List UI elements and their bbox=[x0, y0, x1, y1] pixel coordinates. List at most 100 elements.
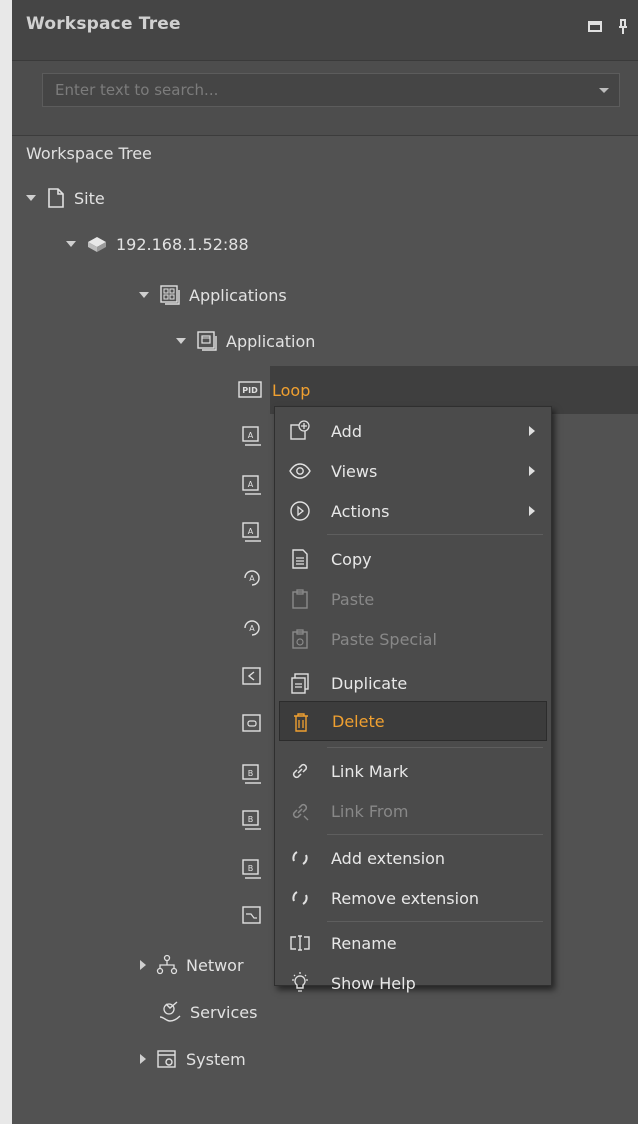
menu-item-duplicate[interactable]: Duplicate bbox=[275, 663, 551, 703]
applications-icon bbox=[159, 284, 181, 306]
menu-item-paste[interactable]: Paste bbox=[275, 579, 551, 619]
menu-item-add-extension[interactable]: Add extension bbox=[275, 838, 551, 878]
analog-icon: A bbox=[240, 473, 264, 497]
tree-node-loop[interactable]: PID Loop bbox=[238, 370, 310, 410]
menu-item-label: Copy bbox=[331, 549, 372, 569]
menu-item-label: Views bbox=[331, 461, 378, 481]
expand-icon[interactable] bbox=[66, 241, 76, 247]
compare-icon bbox=[240, 665, 264, 689]
tree-node-label: 192.168.1.52:88 bbox=[116, 234, 249, 254]
svg-text:A: A bbox=[249, 574, 255, 583]
binary-icon: B bbox=[240, 857, 264, 881]
svg-text:B: B bbox=[248, 769, 254, 778]
submenu-arrow-icon bbox=[529, 506, 535, 516]
duplicate-icon bbox=[289, 672, 311, 694]
add-icon bbox=[289, 420, 311, 442]
menu-item-paste-special[interactable]: Paste Special bbox=[275, 619, 551, 659]
workspace-tree-panel: Workspace Tree Workspace Tree Site 192.1… bbox=[12, 0, 638, 1124]
tree-node-label: Loop bbox=[272, 380, 311, 400]
services-icon bbox=[158, 1001, 182, 1023]
extension-icon bbox=[289, 847, 311, 869]
menu-item-link-from[interactable]: Link From bbox=[275, 791, 551, 831]
menu-separator bbox=[327, 921, 543, 922]
tree-node-application[interactable]: Application bbox=[176, 321, 315, 361]
analog-icon: A bbox=[240, 520, 264, 544]
analog-loop-icon: A bbox=[240, 616, 264, 640]
search-box[interactable] bbox=[42, 73, 620, 107]
maximize-icon[interactable] bbox=[584, 16, 606, 38]
rename-icon bbox=[289, 932, 311, 954]
menu-item-label: Show Help bbox=[331, 973, 416, 993]
submenu-arrow-icon bbox=[529, 426, 535, 436]
trash-icon bbox=[290, 711, 312, 733]
pin-icon[interactable] bbox=[612, 16, 634, 38]
menu-item-label: Paste Special bbox=[331, 629, 437, 649]
svg-text:B: B bbox=[248, 815, 254, 824]
play-circle-icon bbox=[289, 500, 311, 522]
context-menu: Add Views Actions Copy Paste Paste Speci… bbox=[274, 406, 552, 993]
tree-node-server[interactable]: 192.168.1.52:88 bbox=[66, 224, 249, 264]
menu-item-label: Duplicate bbox=[331, 673, 408, 693]
tree-node-label: Applications bbox=[189, 285, 287, 305]
svg-text:A: A bbox=[248, 527, 254, 536]
menu-item-label: Add extension bbox=[331, 848, 446, 868]
menu-item-link-mark[interactable]: Link Mark bbox=[275, 751, 551, 791]
left-edge bbox=[0, 0, 12, 1124]
tree-node-system[interactable]: System bbox=[140, 1039, 246, 1079]
link-from-icon bbox=[289, 800, 311, 822]
svg-text:B: B bbox=[248, 864, 254, 873]
menu-item-label: Add bbox=[331, 421, 362, 441]
menu-item-delete[interactable]: Delete bbox=[279, 701, 547, 741]
submenu-arrow-icon bbox=[529, 466, 535, 476]
menu-item-views[interactable]: Views bbox=[275, 451, 551, 491]
menu-item-label: Link Mark bbox=[331, 761, 409, 781]
menu-item-show-help[interactable]: Show Help bbox=[275, 963, 551, 1003]
menu-separator bbox=[327, 747, 543, 748]
menu-item-label: Paste bbox=[331, 589, 375, 609]
menu-item-copy[interactable]: Copy bbox=[275, 539, 551, 579]
menu-item-label: Delete bbox=[332, 711, 385, 731]
svg-text:PID: PID bbox=[242, 386, 258, 395]
expand-icon[interactable] bbox=[26, 195, 36, 201]
expand-icon[interactable] bbox=[176, 338, 186, 344]
svg-text:A: A bbox=[248, 480, 254, 489]
expand-icon[interactable] bbox=[140, 960, 146, 970]
menu-item-label: Actions bbox=[331, 501, 390, 521]
panel-title: Workspace Tree bbox=[26, 14, 181, 34]
tree-node-label: Site bbox=[74, 188, 105, 208]
extension-icon bbox=[289, 887, 311, 909]
lightbulb-icon bbox=[289, 972, 311, 994]
tree-node-networks[interactable]: Networ bbox=[140, 945, 244, 985]
menu-separator bbox=[327, 834, 543, 835]
expand-icon[interactable] bbox=[139, 292, 149, 298]
link-mark-icon bbox=[289, 760, 311, 782]
pid-icon: PID bbox=[238, 379, 264, 401]
menu-item-remove-extension[interactable]: Remove extension bbox=[275, 878, 551, 918]
tree-node-site[interactable]: Site bbox=[26, 178, 105, 218]
system-icon bbox=[156, 1048, 178, 1070]
svg-text:A: A bbox=[248, 431, 254, 440]
panel-title-bar: Workspace Tree bbox=[12, 0, 638, 61]
menu-item-actions[interactable]: Actions bbox=[275, 491, 551, 531]
trend-icon bbox=[240, 904, 264, 928]
tree-node-label: Services bbox=[190, 1002, 258, 1022]
binary-icon: B bbox=[240, 808, 264, 832]
svg-text:A: A bbox=[249, 624, 255, 633]
search-input[interactable] bbox=[43, 74, 583, 106]
application-icon bbox=[196, 330, 218, 352]
link-icon bbox=[240, 712, 264, 736]
tree-header: Workspace Tree bbox=[26, 144, 152, 163]
expand-icon[interactable] bbox=[140, 1054, 146, 1064]
menu-item-rename[interactable]: Rename bbox=[275, 923, 551, 963]
paste-icon bbox=[289, 588, 311, 610]
server-icon bbox=[86, 234, 108, 254]
menu-item-label: Rename bbox=[331, 933, 397, 953]
menu-item-add[interactable]: Add bbox=[275, 411, 551, 451]
paste-special-icon bbox=[289, 628, 311, 650]
menu-item-label: Remove extension bbox=[331, 888, 480, 908]
network-icon bbox=[156, 954, 178, 976]
search-dropdown-icon[interactable] bbox=[599, 88, 609, 93]
tree-node-label: Application bbox=[226, 331, 316, 351]
tree-node-services[interactable]: Services bbox=[158, 992, 257, 1032]
tree-node-applications[interactable]: Applications bbox=[139, 275, 287, 315]
